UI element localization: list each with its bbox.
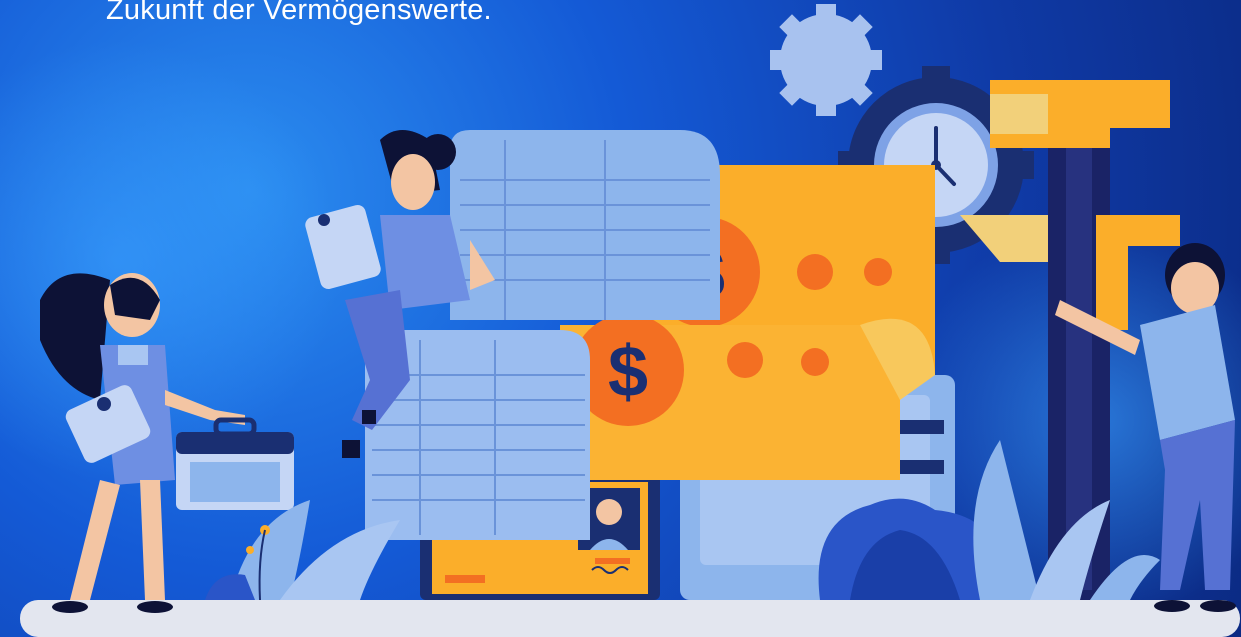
dollar-icon: $ xyxy=(608,332,648,412)
briefcase-icon xyxy=(176,417,294,510)
illustration-art: $ $ xyxy=(0,4,1241,637)
floor xyxy=(20,600,1240,637)
hero-illustration: Zukunft der Vermögenswerte. $ xyxy=(0,0,1241,637)
gear-icon xyxy=(770,4,882,116)
